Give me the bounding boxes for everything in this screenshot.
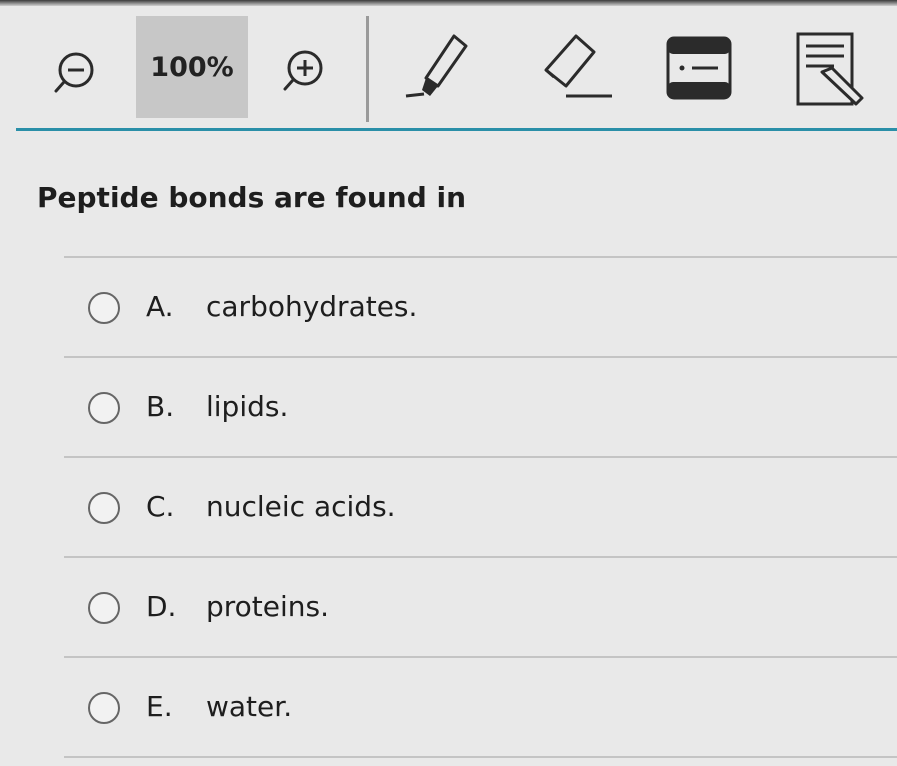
option-a[interactable]: A. carbohydrates. [64,256,897,356]
option-letter: B. [146,390,175,423]
toolbar: 100% [0,6,897,131]
zoom-in-button[interactable] [278,46,328,96]
radio-button[interactable] [88,292,120,324]
zoom-level: 100% [136,16,248,118]
option-text: carbohydrates. [206,290,418,323]
option-text: lipids. [206,390,289,423]
eraser-button[interactable] [534,30,616,106]
eraser-icon [544,34,612,98]
zoom-out-button[interactable] [50,48,98,96]
option-b[interactable]: B. lipids. [64,356,897,456]
notepad-pencil-icon [796,32,864,106]
toolbar-accent-line [16,128,897,131]
radio-button[interactable] [88,392,120,424]
option-text: water. [206,690,293,723]
option-letter: D. [146,590,177,623]
option-d[interactable]: D. proteins. [64,556,897,656]
option-text: nucleic acids. [206,490,396,523]
option-letter: C. [146,490,175,523]
notepad-button[interactable] [792,28,868,114]
zoom-in-icon [283,50,323,91]
option-letter: E. [146,690,173,723]
option-text: proteins. [206,590,330,623]
option-c[interactable]: C. nucleic acids. [64,456,897,556]
toolbar-divider [366,16,369,122]
radio-button[interactable] [88,692,120,724]
radio-button[interactable] [88,592,120,624]
option-e[interactable]: E. water. [64,656,897,758]
line-reader-icon [666,36,732,100]
option-letter: A. [146,290,174,323]
question-stem: Peptide bonds are found in [37,181,467,214]
pen-icon [405,34,468,98]
zoom-out-icon [54,52,94,93]
radio-button[interactable] [88,492,120,524]
highlighter-button[interactable] [404,30,472,106]
answer-options: A. carbohydrates. B. lipids. C. nucleic … [64,256,897,758]
line-reader-button[interactable] [664,32,734,104]
